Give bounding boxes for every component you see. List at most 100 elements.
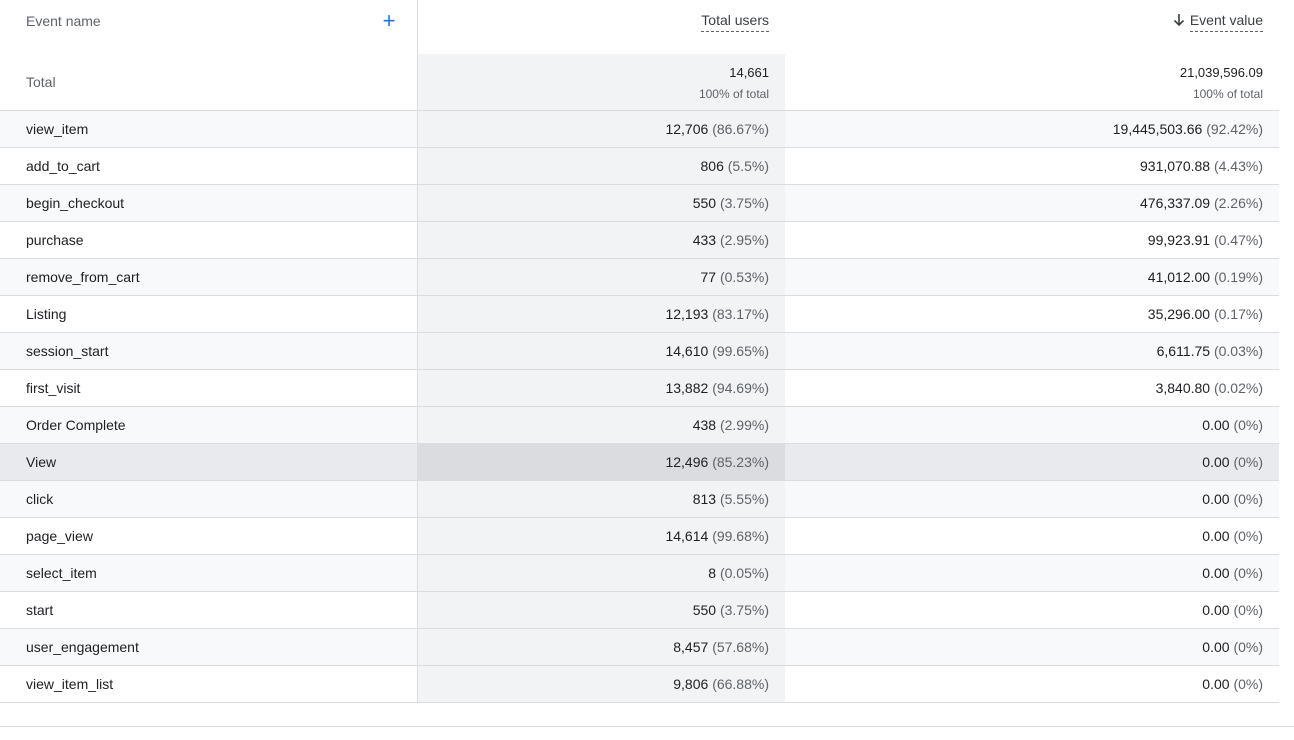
total-users-count: 550 [692, 195, 717, 211]
total-users-cell: 806 (5.5%) [420, 158, 769, 174]
event-value-percent: (0.19%) [1213, 269, 1263, 285]
event-value-amount: 0.00 [1202, 676, 1230, 692]
event-name-cell: Order Complete [26, 417, 126, 433]
total-users-percent: (2.95%) [719, 232, 769, 248]
table-row[interactable]: start 550 (3.75%) 0.00 (0%) [0, 592, 1279, 629]
table-row[interactable]: add_to_cart 806 (5.5%) 931,070.88 (4.43%) [0, 148, 1279, 185]
event-name-cell: page_view [26, 528, 93, 544]
total-users-percent: (3.75%) [719, 602, 769, 618]
event-value-cell: 476,337.09 (2.26%) [800, 195, 1263, 211]
total-users-count: 12,193 [665, 306, 709, 322]
plus-icon[interactable]: + [379, 8, 399, 34]
event-value-cell: 0.00 (0%) [800, 454, 1263, 470]
table-row[interactable]: Listing 12,193 (83.17%) 35,296.00 (0.17%) [0, 296, 1279, 333]
total-users-cell: 433 (2.95%) [420, 232, 769, 248]
event-value-percent: (0%) [1233, 454, 1263, 470]
event-value-amount: 0.00 [1202, 639, 1230, 655]
table-row[interactable]: click 813 (5.55%) 0.00 (0%) [0, 481, 1279, 518]
event-value-amount: 19,445,503.66 [1112, 121, 1203, 137]
table-row[interactable]: select_item 8 (0.05%) 0.00 (0%) [0, 555, 1279, 592]
total-users-cell: 8 (0.05%) [420, 565, 769, 581]
event-value-percent: (0.17%) [1213, 306, 1263, 322]
event-value-amount: 99,923.91 [1147, 232, 1211, 248]
event-value-percent: (0.03%) [1213, 343, 1263, 359]
total-users-count: 12,706 [665, 121, 709, 137]
table-row[interactable]: View 12,496 (85.23%) 0.00 (0%) [0, 444, 1279, 481]
event-value-amount: 0.00 [1202, 602, 1230, 618]
total-users-count: 13,882 [665, 380, 709, 396]
event-value-percent: (0%) [1233, 639, 1263, 655]
total-users-percent: (94.69%) [712, 380, 769, 396]
total-users-cell: 438 (2.99%) [420, 417, 769, 433]
table-row[interactable]: page_view 14,614 (99.68%) 0.00 (0%) [0, 518, 1279, 555]
table-row[interactable]: user_engagement 8,457 (57.68%) 0.00 (0%) [0, 629, 1279, 666]
event-name-cell: add_to_cart [26, 158, 100, 174]
event-name-cell: remove_from_cart [26, 269, 140, 285]
event-value-cell: 0.00 (0%) [800, 639, 1263, 655]
total-users-count: 813 [692, 491, 717, 507]
event-value-amount: 6,611.75 [1156, 343, 1211, 359]
total-users-count: 550 [692, 602, 717, 618]
event-name-cell: view_item_list [26, 676, 114, 692]
total-users-percent: 100% of total [698, 87, 769, 101]
event-value-amount: 0.00 [1202, 528, 1230, 544]
total-users-count: 806 [700, 158, 724, 174]
event-value-amount: 3,840.80 [1155, 380, 1211, 396]
total-row: Total 14,661 100% of total 21,039,596.09… [0, 54, 1279, 111]
event-name-cell: view_item [26, 121, 89, 137]
event-value-cell: 6,611.75 (0.03%) [800, 343, 1263, 359]
total-users-cell: 550 (3.75%) [420, 195, 769, 211]
table-row[interactable]: begin_checkout 550 (3.75%) 476,337.09 (2.2… [0, 185, 1279, 222]
total-users-cell: 77 (0.53%) [420, 269, 770, 285]
event-name-cell: user_engagement [26, 639, 139, 655]
event-value-amount: 0.00 [1202, 417, 1230, 433]
event-value-cell: 99,923.91 (0.47%) [800, 232, 1263, 248]
total-users-header-label[interactable]: Total users [701, 12, 769, 32]
event-value-cell: 0.00 (0%) [800, 491, 1263, 507]
total-users-cell: 12,496 (85.23%) [420, 454, 769, 470]
event-value-header-label[interactable]: Event value [1189, 12, 1263, 32]
event-value-cell: 0.00 (0%) [800, 417, 1263, 433]
total-users-count: 438 [692, 417, 717, 433]
event-name-cell: first_visit [26, 380, 81, 396]
total-event-value-percent: 100% of total [1192, 87, 1263, 101]
total-users-percent: (3.75%) [719, 195, 769, 211]
event-value-percent: (0.02%) [1213, 380, 1263, 396]
total-users-percent: (86.67%) [712, 121, 769, 137]
event-value-percent: (0%) [1233, 491, 1263, 507]
total-users-count: 14,610 [665, 343, 709, 359]
table-row[interactable]: remove_from_cart 77 (0.53%) 41,012.00 (0.1… [0, 259, 1279, 296]
total-users-count: 8 [708, 565, 717, 581]
table-row[interactable]: Order Complete 438 (2.99%) 0.00 (0%) [0, 407, 1279, 444]
total-users-value: 14,661 [729, 65, 769, 80]
table-row[interactable]: purchase 433 (2.95%) 99,923.91 (0.47%) [0, 222, 1279, 259]
total-users-cell: 13,882 (94.69%) [420, 380, 769, 396]
total-users-percent: (99.65%) [712, 343, 769, 359]
total-users-count: 12,496 [665, 454, 709, 470]
event-name-cell: start [26, 602, 54, 618]
total-users-count: 9,806 [673, 676, 709, 692]
event-value-cell: 41,012.00 (0.19%) [800, 269, 1263, 285]
event-name-cell: purchase [26, 232, 84, 248]
table-row[interactable]: view_item 12,706 (86.67%) 19,445,503.66 (9… [0, 111, 1279, 148]
total-users-count: 14,614 [665, 528, 709, 544]
total-users-count: 77 [700, 269, 717, 285]
event-value-percent: (0%) [1233, 565, 1263, 581]
event-value-percent: (0%) [1233, 602, 1263, 618]
event-value-amount: 931,070.88 [1140, 158, 1211, 174]
event-value-percent: (0%) [1233, 528, 1263, 544]
table-row[interactable]: first_visit 13,882 (94.69%) 3,840.80 (0.02… [0, 370, 1279, 407]
arrow-down-icon[interactable] [1172, 13, 1186, 27]
table-row[interactable]: view_item_list 9,806 (66.88%) 0.00 (0%) [0, 666, 1279, 703]
total-users-percent: (5.5%) [727, 158, 769, 174]
event-value-amount: 0.00 [1202, 491, 1230, 507]
table-header: Event name + Total users Event value [0, 0, 1279, 54]
event-name-cell: Listing [26, 306, 67, 322]
total-label: Total [26, 74, 56, 90]
total-users-percent: (5.55%) [719, 491, 769, 507]
table-row[interactable]: session_start 14,610 (99.65%) 6,611.75 (0.… [0, 333, 1279, 370]
total-users-cell: 14,614 (99.68%) [420, 528, 769, 544]
event-name-cell: View [26, 454, 57, 470]
total-users-header[interactable]: Total users [420, 12, 769, 32]
event-value-header[interactable]: Event value [800, 12, 1263, 32]
